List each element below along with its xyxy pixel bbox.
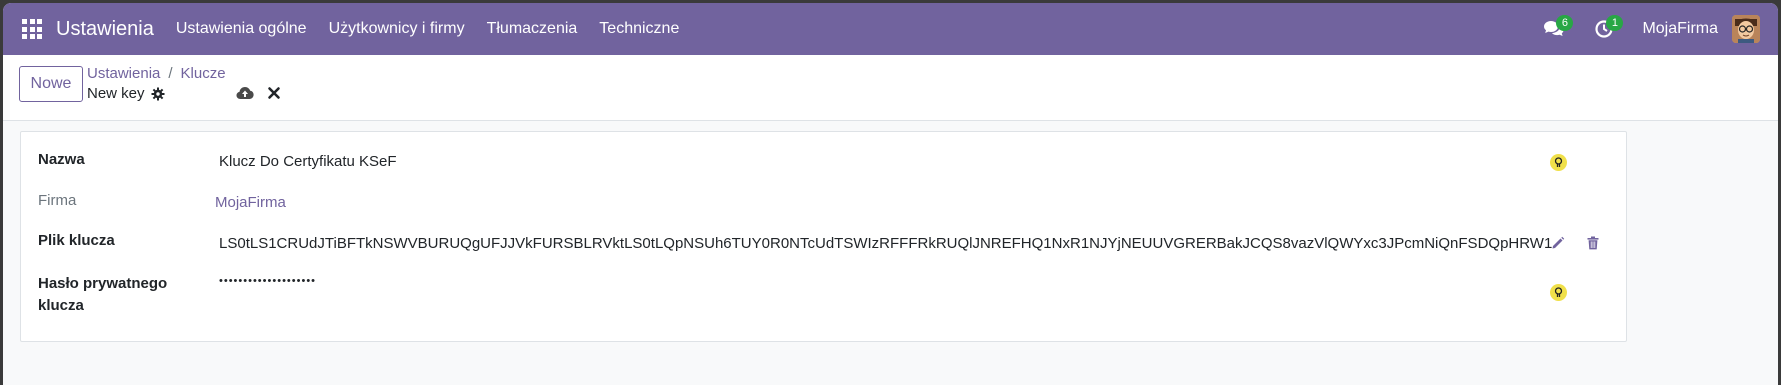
key-icon[interactable] [1550, 154, 1567, 171]
close-icon[interactable] [267, 86, 281, 100]
name-label: Nazwa [38, 151, 85, 168]
company-field[interactable]: MojaFirma [215, 194, 286, 211]
messages-count-badge: 6 [1556, 15, 1574, 31]
pencil-icon[interactable] [1551, 236, 1565, 250]
password-label-line1: Hasło prywatnego [38, 275, 168, 292]
activities-count-badge: 1 [1606, 15, 1624, 31]
activities-button[interactable]: 1 [1584, 9, 1624, 49]
translate-key-icon [1554, 157, 1563, 167]
form-sheet: Nazwa Klucz Do Certyfikatu KSeF Firma Mo… [20, 131, 1627, 342]
window: Ustawienia Ustawienia ogólne Użytkownicy… [3, 3, 1778, 385]
menu-users-companies[interactable]: Użytkownicy i firmy [329, 20, 465, 38]
breadcrumb-separator: / [168, 65, 173, 82]
key-icon[interactable] [1550, 284, 1567, 301]
key-file-label: Plik klucza [38, 232, 115, 249]
systray: 6 1 MojaFirma [1534, 3, 1778, 55]
new-button[interactable]: Nowe [19, 66, 83, 102]
breadcrumb-settings[interactable]: Ustawienia [87, 65, 160, 82]
password-label: Hasło prywatnego klucza [38, 273, 167, 317]
avatar[interactable] [1732, 15, 1760, 43]
company-label: Firma [38, 192, 77, 209]
record-title: New key [87, 85, 165, 102]
password-label-line2: klucza [38, 297, 84, 314]
translate-key-icon [1554, 287, 1563, 297]
name-field[interactable]: Klucz Do Certyfikatu KSeF [219, 153, 397, 170]
apps-icon[interactable] [22, 19, 42, 39]
record-title-text: New key [87, 85, 145, 102]
menu-technical[interactable]: Techniczne [599, 20, 679, 38]
trash-icon[interactable] [1587, 236, 1599, 250]
gear-icon[interactable] [151, 87, 165, 101]
key-file-value: LS0tLS1CRUdJTiBFTkNSWVBURUQgUFJJVkFURSBL… [219, 235, 1553, 252]
menu-general-settings[interactable]: Ustawienia ogólne [176, 20, 307, 38]
app-name[interactable]: Ustawienia [56, 18, 154, 41]
breadcrumb-keys[interactable]: Klucze [181, 65, 226, 82]
top-navbar: Ustawienia Ustawienia ogólne Użytkownicy… [3, 3, 1778, 55]
password-field[interactable]: •••••••••••••••••••• [219, 275, 316, 287]
cloud-upload-icon[interactable] [236, 86, 254, 100]
menu-translations[interactable]: Tłumaczenia [487, 20, 578, 38]
control-panel: Nowe Ustawienia / Klucze New key [3, 55, 1778, 121]
user-avatar-image [1732, 15, 1760, 43]
company-switcher[interactable]: MojaFirma [1642, 20, 1718, 38]
messages-button[interactable]: 6 [1534, 9, 1574, 49]
breadcrumb: Ustawienia / Klucze [87, 65, 226, 82]
